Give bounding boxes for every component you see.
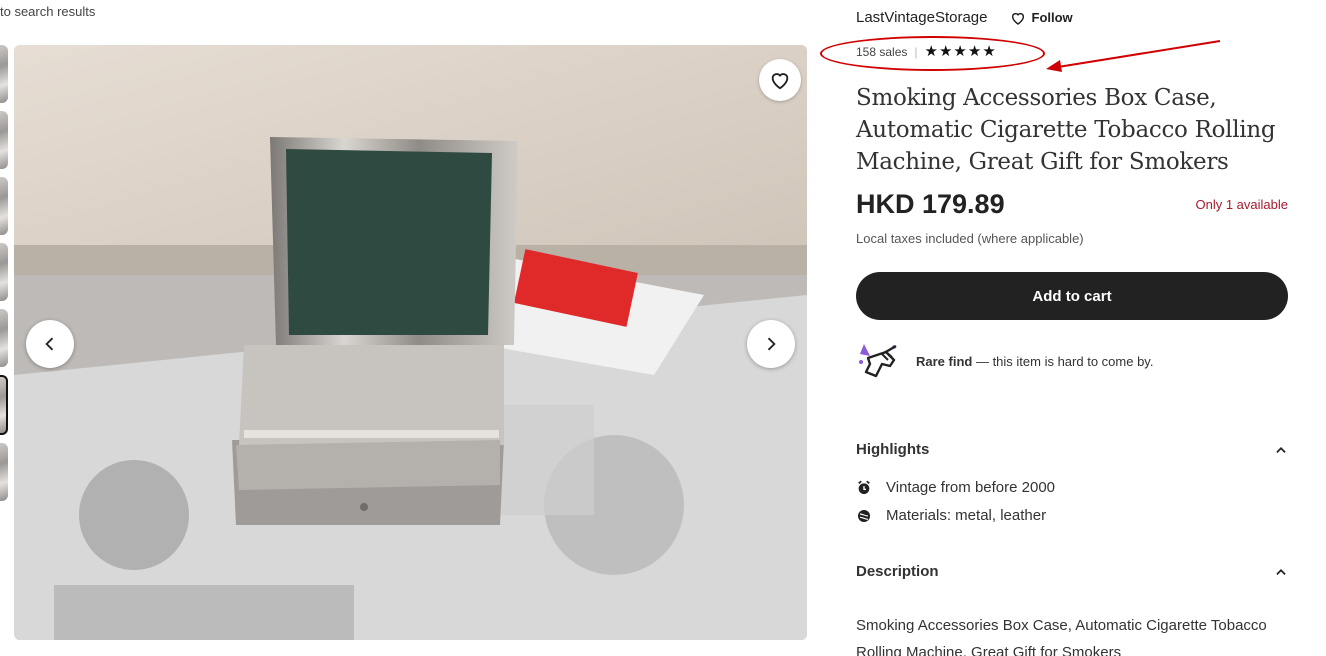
- shop-name[interactable]: LastVintageStorage: [856, 9, 988, 26]
- heart-icon: [1011, 12, 1024, 25]
- shop-row: LastVintageStorage Follow: [856, 9, 1073, 26]
- highlight-text: Materials: metal, leather: [886, 507, 1047, 524]
- price-row: HKD 179.89 Only 1 available: [856, 189, 1288, 220]
- thumbnail[interactable]: [0, 243, 8, 301]
- chevron-up-icon: [1276, 568, 1286, 575]
- chevron-up-icon: [1276, 446, 1286, 453]
- heart-icon: [771, 73, 789, 90]
- stock-status: Only 1 available: [1195, 197, 1289, 212]
- highlight-item: Materials: metal, leather: [856, 507, 1046, 524]
- highlights-header[interactable]: Highlights: [856, 441, 1288, 458]
- back-to-search-link[interactable]: to search results: [0, 4, 95, 19]
- highlight-text: Vintage from before 2000: [886, 479, 1056, 496]
- rare-find-text: — this item is hard to come by.: [972, 353, 1154, 369]
- thumbnail[interactable]: [0, 443, 8, 501]
- thumbnail[interactable]: [0, 45, 8, 103]
- favorite-button[interactable]: [759, 59, 801, 101]
- rare-find-label: Rare find: [916, 353, 973, 369]
- follow-button[interactable]: Follow: [1010, 10, 1073, 26]
- product-photo: [14, 45, 807, 640]
- previous-image-button[interactable]: [26, 320, 74, 368]
- description-header[interactable]: Description: [856, 563, 1288, 580]
- product-price: HKD 179.89: [856, 189, 1005, 219]
- product-image: [14, 45, 807, 640]
- annotation-ellipse: [820, 36, 1045, 71]
- materials-icon: [858, 509, 870, 522]
- rare-find-notice: Rare find — this item is hard to come by…: [856, 340, 1153, 382]
- chevron-right-icon: [767, 337, 776, 351]
- follow-label: Follow: [1031, 10, 1073, 25]
- tax-note: Local taxes included (where applicable): [856, 231, 1084, 246]
- highlight-item: Vintage from before 2000: [856, 479, 1055, 496]
- thumbnail[interactable]: [0, 177, 8, 235]
- next-image-button[interactable]: [747, 320, 795, 368]
- vintage-icon: [858, 480, 870, 494]
- add-to-cart-button[interactable]: Add to cart: [856, 272, 1288, 320]
- unicorn-icon: [859, 344, 897, 378]
- annotation-arrow: [1046, 40, 1221, 72]
- description-text: Smoking Accessories Box Case, Automatic …: [856, 617, 1267, 656]
- chevron-left-icon: [45, 337, 54, 351]
- description-title: Description: [856, 563, 939, 580]
- thumbnail[interactable]: [0, 309, 8, 367]
- thumbnail[interactable]: [0, 111, 8, 169]
- product-title: Smoking Accessories Box Case, Automatic …: [856, 85, 1276, 175]
- thumbnail-active[interactable]: [0, 375, 8, 435]
- highlights-title: Highlights: [856, 441, 930, 458]
